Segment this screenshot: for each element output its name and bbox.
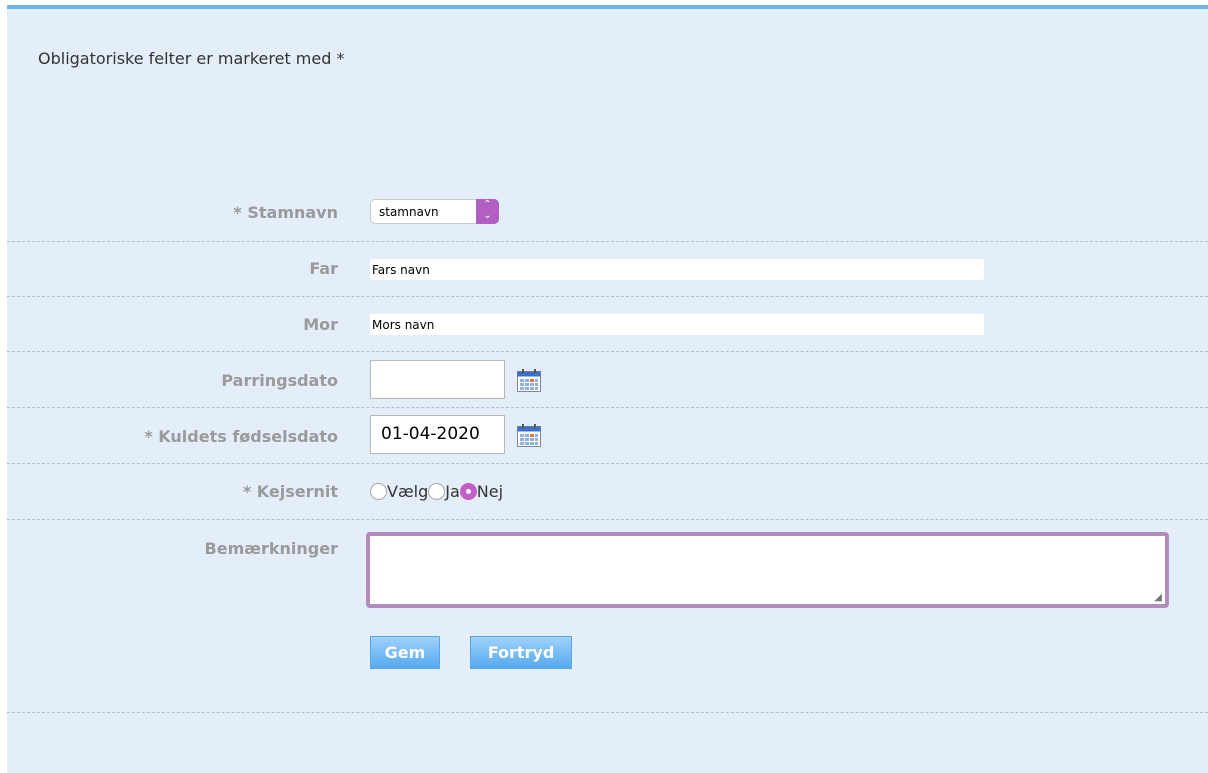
radio-label-ja: Ja [445, 482, 460, 501]
calendar-icon[interactable] [517, 369, 541, 392]
kejsernit-option-vaelg[interactable]: Vælg [370, 482, 428, 501]
radio-button-ja[interactable] [428, 483, 446, 500]
calendar-icon[interactable] [517, 424, 541, 447]
radio-button-vaelg[interactable] [370, 483, 387, 500]
mor-label: Mor [303, 315, 338, 334]
parringsdato-input[interactable] [370, 360, 505, 399]
bottom-divider [7, 699, 1208, 713]
radio-label-nej: Nej [476, 482, 504, 501]
row-kejsernit [7, 463, 1208, 520]
cancel-button[interactable]: Fortryd [470, 636, 572, 669]
mor-input[interactable]: Mors navn [370, 314, 984, 335]
form-panel: Obligatoriske felter er markeret med * *… [7, 5, 1208, 773]
bemaerkninger-textarea[interactable]: ◢ [366, 532, 1169, 608]
stamnavn-select-value: stamnavn [379, 205, 439, 219]
mor-input-value: Mors navn [372, 318, 435, 332]
far-input-value: Fars navn [372, 263, 430, 277]
save-button[interactable]: Gem [370, 636, 440, 669]
resize-handle-icon[interactable]: ◢ [1154, 592, 1162, 603]
kejsernit-option-nej[interactable]: Nej [459, 482, 504, 501]
required-fields-note: Obligatoriske felter er markeret med * [38, 49, 345, 68]
row-stamnavn [7, 183, 1208, 242]
far-label: Far [309, 259, 338, 278]
fodselsdato-label: * Kuldets fødselsdato [144, 427, 338, 446]
parringsdato-label: Parringsdato [221, 371, 338, 390]
fodselsdato-value: 01-04-2020 [381, 424, 480, 444]
chevron-updown-icon: ⌃ ⌄ [476, 199, 499, 224]
row-parringsdato [7, 351, 1208, 408]
kejsernit-option-ja[interactable]: Ja [428, 482, 460, 501]
far-input[interactable]: Fars navn [370, 259, 984, 280]
fodselsdato-input[interactable]: 01-04-2020 [370, 415, 505, 454]
radio-label-vaelg: Vælg [387, 482, 429, 501]
stamnavn-select[interactable]: stamnavn ⌃ ⌄ [370, 199, 499, 224]
stamnavn-label: * Stamnavn [233, 203, 338, 222]
kejsernit-label: * Kejsernit [242, 482, 338, 501]
radio-button-nej[interactable] [459, 483, 477, 500]
kejsernit-radio-group: Vælg Ja Nej [370, 482, 503, 504]
bemaerkninger-label: Bemærkninger [204, 539, 338, 558]
